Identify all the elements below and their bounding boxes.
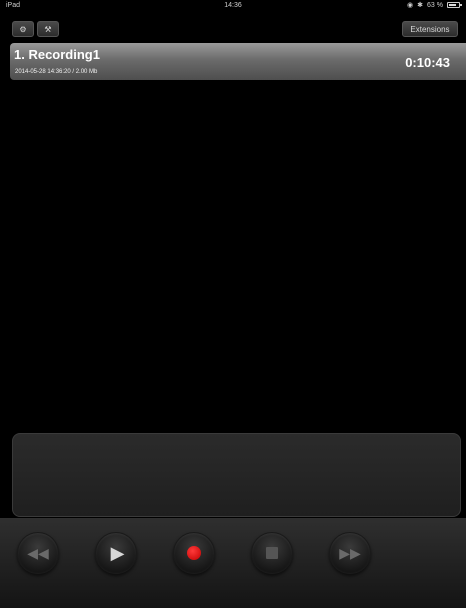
record-icon — [187, 546, 201, 560]
info-panel — [12, 433, 461, 517]
recording-duration: 0:10:43 — [405, 55, 450, 70]
recording-meta: 2014-05-28 14:36:20 / 2.00 Mb — [15, 69, 98, 75]
settings-button[interactable]: ⚙ — [12, 21, 34, 37]
toolbar: ⚙ ⚒ Extensions — [0, 14, 466, 42]
status-bar: iPad 14:36 ◉ ✱ 63 % — [0, 0, 466, 12]
fast-forward-button[interactable]: ▶▶ — [329, 532, 371, 574]
stop-button[interactable] — [251, 532, 293, 574]
transport-bar: ◀◀ ▶ ▶▶ — [0, 518, 466, 608]
battery-percent: 63 % — [427, 1, 443, 9]
play-button[interactable]: ▶ — [95, 532, 137, 574]
fast-forward-icon: ▶▶ — [339, 545, 361, 561]
extensions-button[interactable]: Extensions — [402, 21, 458, 37]
recording-row[interactable]: 1. Recording1 2014-05-28 14:36:20 / 2.00… — [10, 43, 466, 80]
rewind-icon: ◀◀ — [27, 545, 49, 561]
stop-icon — [266, 547, 278, 559]
bluetooth-icon: ✱ — [417, 2, 424, 9]
play-icon: ▶ — [110, 543, 125, 563]
settings-icon: ⚙ — [19, 24, 27, 34]
tools-icon: ⚒ — [44, 24, 52, 34]
clock: 14:36 — [224, 2, 242, 9]
record-button[interactable] — [173, 532, 215, 574]
battery-icon — [447, 2, 462, 8]
tools-button[interactable]: ⚒ — [37, 21, 59, 37]
lock-rotation-icon: ◉ — [407, 2, 414, 9]
rewind-button[interactable]: ◀◀ — [17, 532, 59, 574]
status-right: ◉ ✱ 63 % — [407, 1, 462, 9]
recording-title: 1. Recording1 — [14, 47, 100, 62]
